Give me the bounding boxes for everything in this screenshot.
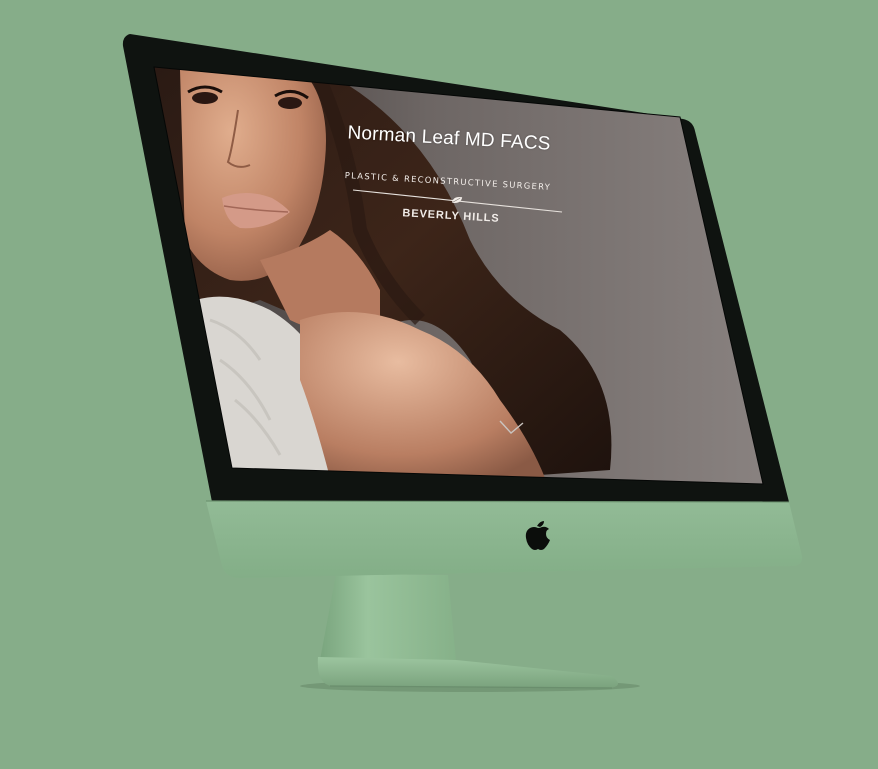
monitor-chin xyxy=(206,501,803,578)
monitor-stand xyxy=(317,574,619,689)
device-mockup-scene xyxy=(122,34,803,692)
